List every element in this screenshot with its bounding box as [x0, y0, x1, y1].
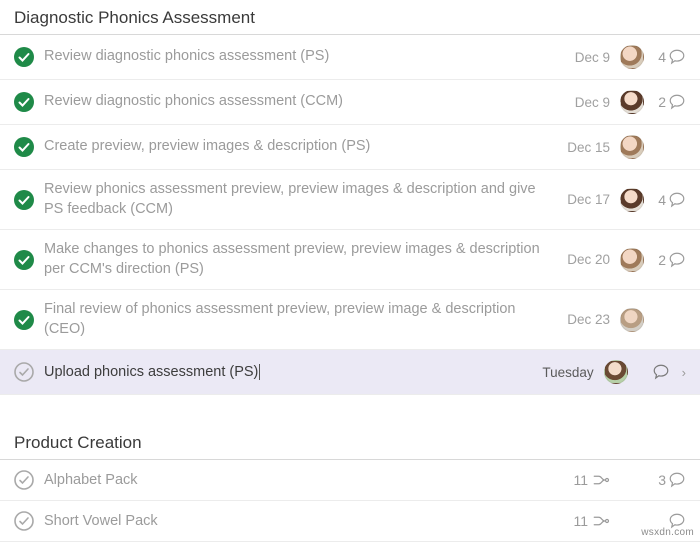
comment-icon	[668, 471, 686, 489]
subtasks-indicator[interactable]: 11	[573, 472, 610, 488]
avatar[interactable]	[620, 308, 644, 332]
task-row[interactable]: Alphabet Pack 11 3	[0, 460, 700, 501]
avatar[interactable]	[620, 248, 644, 272]
avatar[interactable]	[620, 188, 644, 212]
check-complete-icon[interactable]	[14, 310, 34, 330]
task-date: Dec 20	[567, 252, 610, 267]
watermark: wsxdn.com	[641, 527, 694, 538]
task-row[interactable]: Make changes to phonics assessment previ…	[0, 230, 700, 290]
task-label: Review phonics assessment preview, previ…	[44, 180, 557, 219]
section-header-phonics: Diagnostic Phonics Assessment	[0, 0, 700, 35]
task-date: Dec 17	[567, 192, 610, 207]
subtask-icon	[592, 472, 610, 488]
task-row[interactable]: Review phonics assessment preview, previ…	[0, 170, 700, 230]
task-label: Upload phonics assessment (PS)	[44, 363, 532, 383]
task-label: Alphabet Pack	[44, 471, 540, 491]
subtasks-indicator[interactable]: 11	[573, 513, 610, 529]
text-cursor	[259, 364, 260, 380]
task-date: Dec 23	[567, 312, 610, 327]
comment-icon	[668, 191, 686, 209]
comments-button[interactable]: 4	[654, 191, 686, 209]
task-row[interactable]: Review diagnostic phonics assessment (PS…	[0, 35, 700, 80]
task-date: Dec 9	[575, 95, 610, 110]
task-date: Dec 15	[567, 140, 610, 155]
check-open-icon[interactable]	[14, 470, 34, 490]
task-label: Short Vowel Pack	[44, 512, 540, 532]
check-complete-icon[interactable]	[14, 190, 34, 210]
task-label: Create preview, preview images & descrip…	[44, 137, 557, 157]
comment-icon	[668, 251, 686, 269]
task-row-selected[interactable]: Upload phonics assessment (PS) Tuesday ›	[0, 350, 700, 395]
task-date: Tuesday	[542, 365, 593, 380]
task-row[interactable]: Create preview, preview images & descrip…	[0, 125, 700, 170]
comment-icon	[652, 363, 670, 381]
comments-button[interactable]: 2	[654, 251, 686, 269]
avatar[interactable]	[620, 45, 644, 69]
check-complete-icon[interactable]	[14, 137, 34, 157]
comments-button[interactable]: 2	[654, 93, 686, 111]
check-open-icon[interactable]	[14, 362, 34, 382]
task-row[interactable]: Short Vowel Pack 11	[0, 501, 700, 542]
avatar[interactable]	[604, 360, 628, 384]
task-label: Review diagnostic phonics assessment (PS…	[44, 47, 565, 67]
task-row[interactable]: Review diagnostic phonics assessment (CC…	[0, 80, 700, 125]
avatar[interactable]	[620, 90, 644, 114]
task-label: Review diagnostic phonics assessment (CC…	[44, 92, 565, 112]
check-complete-icon[interactable]	[14, 250, 34, 270]
comment-icon	[668, 48, 686, 66]
task-row[interactable]: Final review of phonics assessment previ…	[0, 290, 700, 350]
chevron-right-icon[interactable]: ›	[680, 365, 686, 380]
task-label: Make changes to phonics assessment previ…	[44, 240, 557, 279]
task-date: Dec 9	[575, 50, 610, 65]
check-complete-icon[interactable]	[14, 47, 34, 67]
comments-button[interactable]: 4	[654, 48, 686, 66]
comments-button[interactable]	[638, 363, 670, 381]
subtask-icon	[592, 513, 610, 529]
check-open-icon[interactable]	[14, 511, 34, 531]
comment-icon	[668, 93, 686, 111]
task-label: Final review of phonics assessment previ…	[44, 300, 557, 339]
section-header-product: Product Creation	[0, 425, 700, 460]
comments-button[interactable]: 3	[654, 471, 686, 489]
avatar[interactable]	[620, 135, 644, 159]
check-complete-icon[interactable]	[14, 92, 34, 112]
